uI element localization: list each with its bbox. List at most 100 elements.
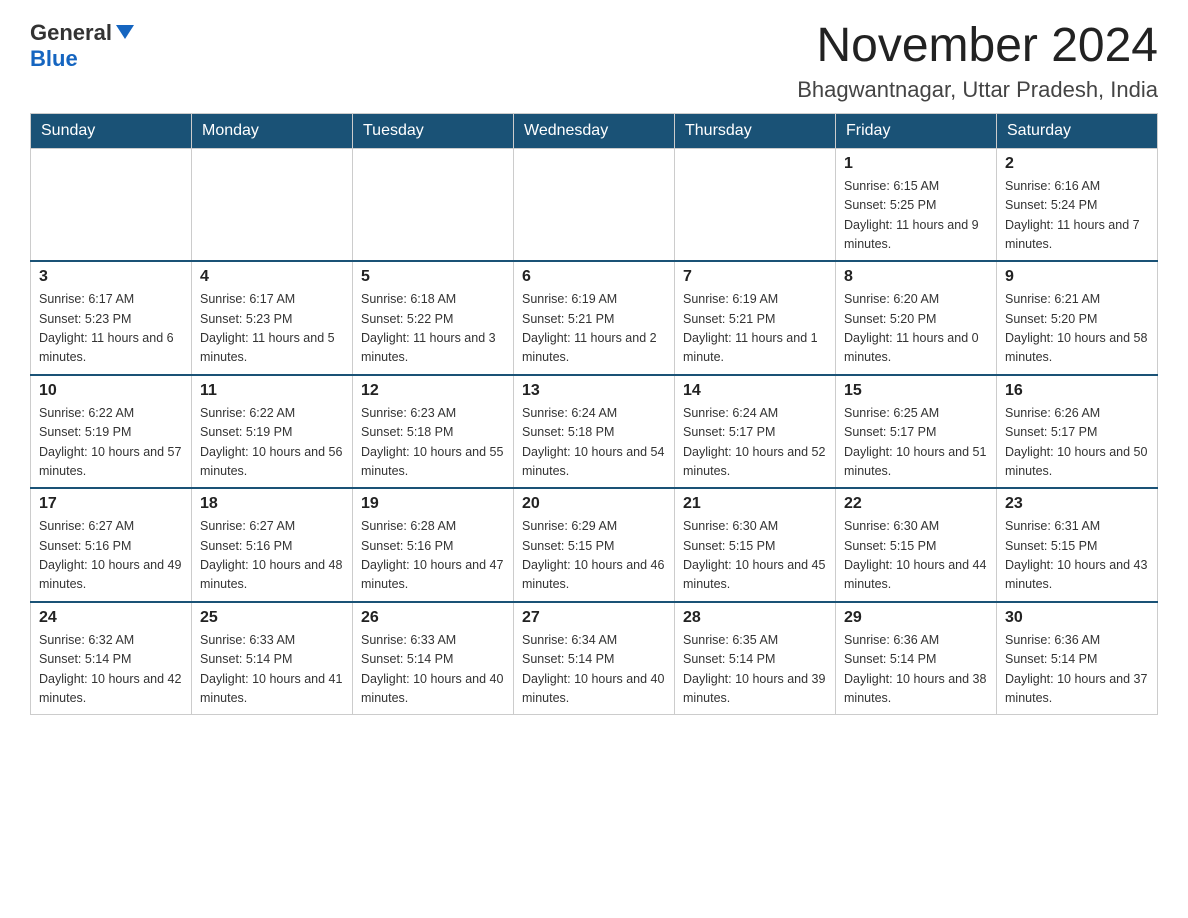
day-info-line: Daylight: 10 hours and 47 minutes.: [361, 558, 503, 591]
day-info-line: Sunrise: 6:33 AM: [200, 633, 295, 647]
day-info-line: Sunrise: 6:27 AM: [200, 519, 295, 533]
day-info-line: Daylight: 10 hours and 42 minutes.: [39, 672, 181, 705]
day-number: 17: [39, 495, 183, 513]
day-number: 16: [1005, 382, 1149, 400]
day-info-line: Sunset: 5:14 PM: [1005, 652, 1097, 666]
calendar-cell: 25Sunrise: 6:33 AMSunset: 5:14 PMDayligh…: [192, 602, 353, 715]
day-info-line: Sunrise: 6:26 AM: [1005, 406, 1100, 420]
day-number: 18: [200, 495, 344, 513]
day-info: Sunrise: 6:24 AMSunset: 5:17 PMDaylight:…: [683, 404, 827, 482]
day-info-line: Daylight: 10 hours and 44 minutes.: [844, 558, 986, 591]
day-info-line: Sunrise: 6:21 AM: [1005, 292, 1100, 306]
day-info: Sunrise: 6:32 AMSunset: 5:14 PMDaylight:…: [39, 631, 183, 709]
day-info-line: Daylight: 10 hours and 40 minutes.: [522, 672, 664, 705]
calendar-cell: 21Sunrise: 6:30 AMSunset: 5:15 PMDayligh…: [675, 488, 836, 602]
logo-blue-text: Blue: [30, 46, 78, 71]
day-number: 12: [361, 382, 505, 400]
day-info-line: Sunset: 5:17 PM: [683, 425, 775, 439]
day-info-line: Daylight: 10 hours and 50 minutes.: [1005, 445, 1147, 478]
day-info: Sunrise: 6:30 AMSunset: 5:15 PMDaylight:…: [844, 517, 988, 595]
day-number: 25: [200, 609, 344, 627]
calendar-cell: 20Sunrise: 6:29 AMSunset: 5:15 PMDayligh…: [514, 488, 675, 602]
calendar-cell: 22Sunrise: 6:30 AMSunset: 5:15 PMDayligh…: [836, 488, 997, 602]
day-info-line: Sunset: 5:14 PM: [39, 652, 131, 666]
day-info-line: Sunrise: 6:30 AM: [844, 519, 939, 533]
day-number: 19: [361, 495, 505, 513]
day-info-line: Sunset: 5:20 PM: [844, 312, 936, 326]
calendar-cell: [353, 148, 514, 261]
calendar-cell: 15Sunrise: 6:25 AMSunset: 5:17 PMDayligh…: [836, 375, 997, 489]
day-number: 14: [683, 382, 827, 400]
day-info: Sunrise: 6:26 AMSunset: 5:17 PMDaylight:…: [1005, 404, 1149, 482]
day-info: Sunrise: 6:15 AMSunset: 5:25 PMDaylight:…: [844, 177, 988, 255]
day-info-line: Sunset: 5:14 PM: [844, 652, 936, 666]
day-info-line: Sunrise: 6:18 AM: [361, 292, 456, 306]
week-row-4: 17 Sunrise: 6:27 AM Sunset: 5:16 PM Dayligh…: [31, 488, 1158, 602]
day-number: 2: [1005, 155, 1149, 173]
day-info-line: Daylight: 10 hours and 39 minutes.: [683, 672, 825, 705]
day-info-line: Daylight: 11 hours and 5 minutes.: [200, 331, 335, 364]
day-info-line: Sunrise: 6:17 AM: [39, 292, 134, 306]
day-info-line: Sunrise: 6:25 AM: [844, 406, 939, 420]
day-info-line: Daylight: 10 hours and 37 minutes.: [1005, 672, 1147, 705]
day-info-line: Sunrise: 6:19 AM: [683, 292, 778, 306]
calendar-cell: 16 Sunrise: 6:26 AMSunset: 5:17 PMDayligh…: [997, 375, 1158, 489]
day-info-line: Sunrise: 6:36 AM: [844, 633, 939, 647]
week-row-3: 10Sunrise: 6:22 AMSunset: 5:19 PMDayligh…: [31, 375, 1158, 489]
day-number: 21: [683, 495, 827, 513]
day-info-line: Daylight: 10 hours and 52 minutes.: [683, 445, 825, 478]
day-info-line: Sunrise: 6:16 AM: [1005, 179, 1100, 193]
day-info: Sunrise: 6:17 AMSunset: 5:23 PMDaylight:…: [39, 290, 183, 368]
day-number: 8: [844, 268, 988, 286]
calendar-cell: [514, 148, 675, 261]
calendar-cell: 6Sunrise: 6:19 AMSunset: 5:21 PMDaylight…: [514, 261, 675, 375]
day-info: Sunrise: 6:28 AMSunset: 5:16 PMDaylight:…: [361, 517, 505, 595]
day-number: 28: [683, 609, 827, 627]
calendar-cell: [31, 148, 192, 261]
day-info: Sunrise: 6:18 AMSunset: 5:22 PMDaylight:…: [361, 290, 505, 368]
day-number: 5: [361, 268, 505, 286]
calendar-cell: 2Sunrise: 6:16 AMSunset: 5:24 PMDaylight…: [997, 148, 1158, 261]
day-info-line: Sunrise: 6:23 AM: [361, 406, 456, 420]
logo: General Blue: [30, 20, 134, 72]
day-info: Sunrise: 6:22 AMSunset: 5:19 PMDaylight:…: [200, 404, 344, 482]
day-info-line: Sunset: 5:15 PM: [522, 539, 614, 553]
day-info-line: Sunset: 5:21 PM: [522, 312, 614, 326]
calendar-cell: 26Sunrise: 6:33 AMSunset: 5:14 PMDayligh…: [353, 602, 514, 715]
calendar-table: SundayMondayTuesdayWednesdayThursdayFrid…: [30, 113, 1158, 716]
week-row-2: 3Sunrise: 6:17 AMSunset: 5:23 PMDaylight…: [31, 261, 1158, 375]
calendar-cell: 30Sunrise: 6:36 AMSunset: 5:14 PMDayligh…: [997, 602, 1158, 715]
day-info-line: Daylight: 10 hours and 48 minutes.: [200, 558, 342, 591]
day-info: Sunrise: 6:29 AMSunset: 5:15 PMDaylight:…: [522, 517, 666, 595]
calendar-cell: 17Sunrise: 6:27 AMSunset: 5:16 PMDayligh…: [31, 488, 192, 602]
day-number: 11: [200, 382, 344, 400]
logo-general-text: General: [30, 20, 112, 46]
day-info-line: Sunset: 5:17 PM: [844, 425, 936, 439]
weekday-header-wednesday: Wednesday: [514, 113, 675, 148]
day-info-line: Daylight: 10 hours and 55 minutes.: [361, 445, 503, 478]
calendar-cell: 3Sunrise: 6:17 AMSunset: 5:23 PMDaylight…: [31, 261, 192, 375]
day-info: Sunrise: 6:27 AM Sunset: 5:16 PM Daylight:…: [200, 517, 344, 595]
day-info-line: Sunset: 5:16 PM: [200, 539, 292, 553]
day-info-line: Sunset: 5:19 PM: [39, 425, 131, 439]
day-info-line: Sunset: 5:15 PM: [1005, 539, 1097, 553]
weekday-header-monday: Monday: [192, 113, 353, 148]
calendar-cell: 13Sunrise: 6:24 AMSunset: 5:18 PMDayligh…: [514, 375, 675, 489]
day-info: Sunrise: 6:20 AMSunset: 5:20 PMDaylight:…: [844, 290, 988, 368]
day-info: Sunrise: 6:35 AMSunset: 5:14 PMDaylight:…: [683, 631, 827, 709]
calendar-cell: 9Sunrise: 6:21 AMSunset: 5:20 PMDaylight…: [997, 261, 1158, 375]
calendar-cell: 18 Sunrise: 6:27 AM Sunset: 5:16 PM Dayligh…: [192, 488, 353, 602]
day-info-line: Daylight: 10 hours and 56 minutes.: [200, 445, 342, 478]
day-info-line: Daylight: 11 hours and 1 minute.: [683, 331, 818, 364]
day-info-line: Sunset: 5:25 PM: [844, 198, 936, 212]
day-info-line: Sunrise: 6:36 AM: [1005, 633, 1100, 647]
day-number: 23: [1005, 495, 1149, 513]
day-number: 4: [200, 268, 344, 286]
calendar-cell: 5 Sunrise: 6:18 AMSunset: 5:22 PMDaylight…: [353, 261, 514, 375]
calendar-cell: 14 Sunrise: 6:24 AMSunset: 5:17 PMDayligh…: [675, 375, 836, 489]
day-info-line: Daylight: 11 hours and 3 minutes.: [361, 331, 496, 364]
day-number: 6: [522, 268, 666, 286]
week-row-1: 1Sunrise: 6:15 AMSunset: 5:25 PMDaylight…: [31, 148, 1158, 261]
day-info: Sunrise: 6:25 AMSunset: 5:17 PMDaylight:…: [844, 404, 988, 482]
day-number: 9: [1005, 268, 1149, 286]
